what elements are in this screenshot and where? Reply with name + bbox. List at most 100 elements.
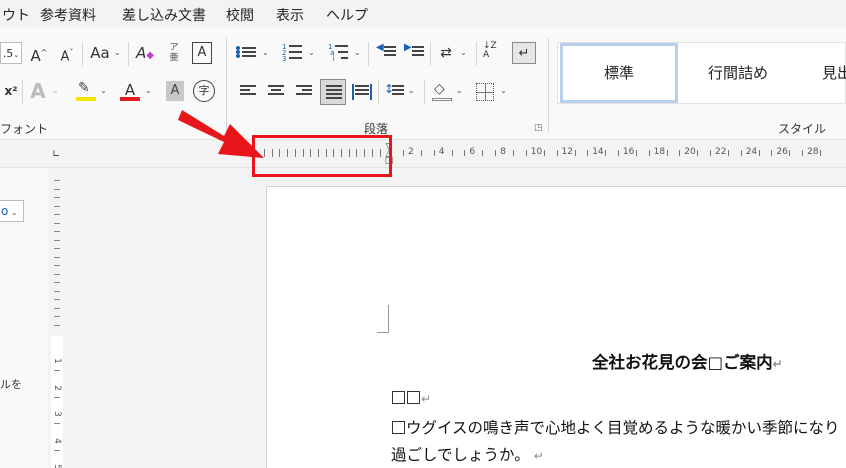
document-body-line-1[interactable]: ウグイスの鳴き声で心地よく目覚めるような暖かい季節になり <box>391 416 840 438</box>
chevron-down-icon[interactable]: ⌄ <box>308 42 315 64</box>
superscript-button[interactable]: x² <box>2 80 20 102</box>
grow-font-button[interactable]: A^ <box>30 42 48 65</box>
document-title[interactable]: 全社お花見の会□ご案内↵ <box>592 349 783 373</box>
ruler-tick <box>513 150 515 156</box>
menu-references[interactable]: 参考資料 <box>40 5 96 25</box>
line-spacing-button[interactable]: ↕ <box>384 82 404 101</box>
ruler-number: 6 <box>469 147 476 157</box>
increase-indent-button[interactable]: ▶ <box>404 42 424 61</box>
style-normal[interactable]: 標準 <box>560 43 678 103</box>
ruler-tick <box>543 150 545 156</box>
body-text-2: 過ごしでしょうか。 <box>391 446 530 464</box>
style-no-spacing[interactable]: 行間詰め <box>686 43 790 103</box>
vertical-ruler-tick <box>54 197 60 198</box>
title-text: 全社お花見の会□ご案内 <box>592 353 773 372</box>
distributed-lines <box>355 85 369 99</box>
chevron-down-icon[interactable]: ⌄ <box>145 80 152 102</box>
dialog-launcher-icon[interactable]: ◳ <box>534 123 543 133</box>
border-grid <box>477 92 493 93</box>
highlight-color-button[interactable]: ✎ <box>76 80 96 102</box>
tab-selector-icon[interactable]: ∟ <box>52 149 60 160</box>
change-case-button[interactable]: Aa <box>88 42 112 64</box>
ruler-tick <box>451 150 453 156</box>
menu-layout[interactable]: ウト <box>2 5 30 25</box>
vertical-ruler-tick <box>54 282 60 283</box>
ruler-number: 14 <box>592 147 604 157</box>
superscript-label: x² <box>4 84 18 98</box>
document-line-blank[interactable]: ↵ <box>391 389 431 407</box>
bullets-button[interactable] <box>236 45 256 63</box>
numbering-lines <box>289 45 302 59</box>
vertical-ruler-tick <box>54 299 60 300</box>
ruler-tick <box>433 150 435 156</box>
font-color-button[interactable]: A <box>120 80 140 102</box>
space-mark <box>407 391 420 404</box>
vertical-ruler-number: 2 <box>52 384 62 391</box>
chevron-down-icon[interactable]: ⌄ <box>500 80 507 102</box>
borders-button[interactable] <box>476 83 494 101</box>
vertical-ruler-tick <box>54 239 60 241</box>
divider <box>22 80 23 104</box>
divider <box>476 42 477 66</box>
navigation-pane: × o ⌄ ルを <box>0 140 50 468</box>
numbering-button[interactable]: 123 <box>282 44 304 63</box>
phonetic-guide-button[interactable]: ア 亜 <box>166 43 182 65</box>
eraser-icon: ◆ <box>146 50 154 61</box>
show-formatting-marks-button[interactable]: ↵ <box>512 42 536 64</box>
shading-button[interactable]: ◇ <box>432 81 452 103</box>
vertical-ruler-tick <box>54 205 60 207</box>
vertical-ruler-tick <box>54 231 60 232</box>
ruler-tick <box>482 150 484 156</box>
align-center-button[interactable] <box>268 85 284 99</box>
menu-mailings[interactable]: 差し込み文書 <box>122 5 206 25</box>
style-heading[interactable]: 見出 <box>798 43 846 103</box>
chevron-down-icon[interactable]: ⌄ <box>456 80 463 102</box>
divider <box>368 42 369 66</box>
shrink-font-button[interactable]: Aˇ <box>58 42 76 64</box>
menu-help[interactable]: ヘルプ <box>326 5 368 25</box>
multilevel-list-button[interactable]: 1 a i <box>328 44 350 63</box>
indent-lines <box>384 46 396 60</box>
ruler-tick <box>617 150 619 156</box>
chevron-down-icon[interactable]: ⌄ <box>354 42 361 64</box>
ruler-tick <box>635 150 637 156</box>
menu-view[interactable]: 表示 <box>276 5 304 25</box>
font-size-box[interactable]: .5⌄ <box>0 42 22 64</box>
ruler-number: 22 <box>715 147 727 157</box>
distributed-button[interactable] <box>352 84 372 100</box>
paragraph-mark: ↵ <box>533 449 544 463</box>
ruler-tick <box>820 150 822 156</box>
vertical-ruler[interactable]: 1 2 3 4 5 <box>48 168 66 468</box>
vertical-ruler-tick <box>54 449 60 451</box>
text-effects-button[interactable]: A <box>28 80 48 102</box>
chevron-down-icon[interactable]: ⌄ <box>114 42 121 64</box>
chevron-down-icon[interactable]: ⌄ <box>100 80 107 102</box>
text-direction-button[interactable]: ⇄ <box>436 42 456 64</box>
vertical-ruler-number: 5 <box>52 464 62 468</box>
document-body-line-2[interactable]: 過ごしでしょうか。 ↵ <box>391 443 544 465</box>
align-right-button[interactable] <box>296 85 312 99</box>
chevron-down-icon[interactable]: ⌄ <box>262 42 269 64</box>
font-group-label: フォント <box>0 122 49 136</box>
clear-formatting-button[interactable]: A◆ <box>134 42 156 64</box>
sort-button[interactable]: ↓Z A <box>483 42 505 64</box>
paragraph-mark-icon: ↵ <box>518 46 530 61</box>
arrow-left-icon: ◀ <box>376 42 384 53</box>
search-options-dropdown[interactable]: o ⌄ <box>0 200 24 222</box>
character-border-button[interactable]: A <box>192 42 212 64</box>
menu-review[interactable]: 校閲 <box>226 5 254 25</box>
ruler-tick <box>758 150 760 156</box>
vertical-ruler-tick <box>54 273 60 275</box>
font-size-value: .5 <box>2 47 14 60</box>
chevron-down-icon[interactable]: ⌄ <box>460 42 467 64</box>
chevron-down-icon[interactable]: ⌄ <box>408 80 415 102</box>
indent-lines <box>412 46 424 60</box>
document-page[interactable]: 全社お花見の会□ご案内↵ ↵ ウグイスの鳴き声で心地よく目覚めるような暖かい季節… <box>266 186 846 468</box>
vertical-ruler-tick <box>54 324 60 326</box>
vertical-ruler-tick <box>54 265 60 266</box>
justify-button[interactable] <box>320 79 346 105</box>
ruler-tick <box>648 150 650 156</box>
chevron-down-icon[interactable]: ⌄ <box>52 80 59 102</box>
decrease-indent-button[interactable]: ◀ <box>376 42 396 61</box>
ruler-number: 8 <box>500 147 506 157</box>
